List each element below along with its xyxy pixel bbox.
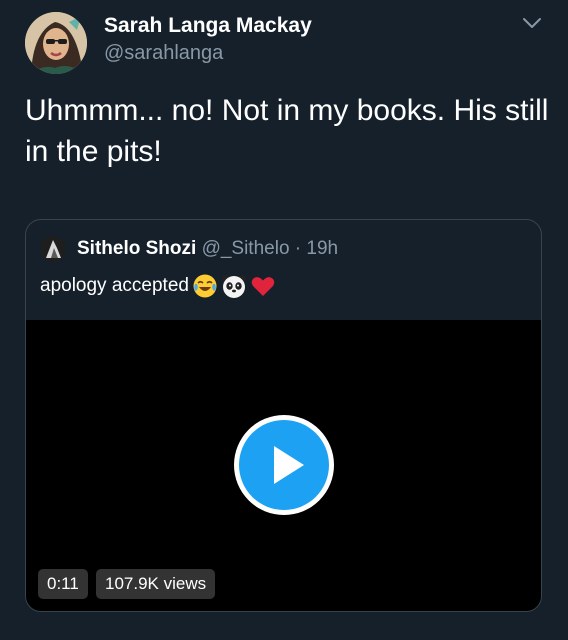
quoted-header: Sithelo Shozi @_Sithelo · 19h (77, 236, 338, 262)
quoted-author-name[interactable]: Sithelo Shozi (77, 238, 196, 259)
author-handle[interactable]: @sarahlanga (104, 42, 223, 65)
panda-face-icon (221, 273, 247, 299)
video-views-badge: 107.9K views (96, 569, 216, 599)
quoted-timestamp[interactable]: 19h (306, 238, 338, 259)
face-with-tears-of-joy-icon (192, 273, 218, 299)
video-player[interactable]: 0:11 107.9K views (26, 320, 541, 611)
tweet-text: Uhmmm... no! Not in my books. His still … (25, 94, 549, 168)
red-heart-icon (250, 273, 276, 299)
quoted-text: apology accepted (40, 275, 189, 296)
author-name[interactable]: Sarah Langa Mackay (104, 14, 312, 38)
author-avatar[interactable] (25, 12, 87, 74)
video-duration-badge: 0:11 (38, 569, 88, 599)
quoted-tweet[interactable]: Sithelo Shozi @_Sithelo · 19h apology ac… (25, 219, 542, 612)
quoted-text-line: apology accepted (40, 272, 276, 300)
chevron-down-icon[interactable] (520, 14, 544, 32)
quoted-author-avatar[interactable] (40, 236, 66, 262)
quoted-author-handle[interactable]: @_Sithelo (202, 238, 290, 259)
play-button[interactable] (232, 413, 336, 517)
tweet: Sarah Langa Mackay @sarahlanga Uhmmm... … (0, 0, 568, 640)
quoted-separator: · (294, 238, 302, 259)
play-icon (234, 415, 334, 515)
